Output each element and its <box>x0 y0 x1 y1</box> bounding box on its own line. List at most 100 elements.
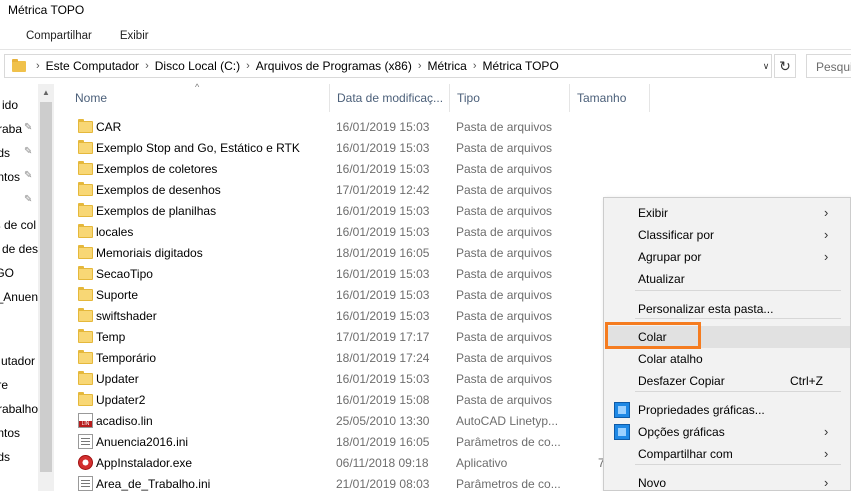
ribbon-tab-compartilhar[interactable]: Compartilhar <box>0 30 106 42</box>
sidebar-item[interactable]: s de col <box>0 214 38 236</box>
sidebar-item[interactable]: ido <box>0 94 38 116</box>
file-type: Aplicativo <box>456 456 508 470</box>
menu-item-label: Opções gráficas <box>638 425 725 439</box>
menu-item-novo[interactable]: Novo › <box>606 472 850 491</box>
sidebar-item[interactable]: ntos ✎ <box>0 166 38 188</box>
menu-item-classificar-por[interactable]: Classificar por › <box>606 224 850 246</box>
menu-item-label: Personalizar esta pasta... <box>638 302 774 316</box>
navigation-pane: ido Traba✎ ds✎ ntos✎ ✎ s de col s de des… <box>0 84 38 491</box>
menu-item-label: Novo <box>638 476 667 490</box>
file-type: Pasta de arquivos <box>456 162 553 176</box>
chevron-right-icon[interactable]: › <box>240 60 256 72</box>
file-date: 25/05/2010 13:30 <box>336 414 430 428</box>
breadcrumb-arquivos-de-programas[interactable]: Arquivos de Programas (x86) <box>256 59 412 73</box>
folder-icon <box>78 161 93 175</box>
chevron-right-icon[interactable]: › <box>467 60 483 72</box>
menu-item-label: Exibir <box>638 206 669 220</box>
ini-file-icon <box>78 476 93 491</box>
folder-icon <box>12 58 26 72</box>
menu-item-colar-atalho[interactable]: Colar atalho <box>606 348 850 370</box>
chevron-right-icon: › <box>824 475 829 490</box>
menu-item-opções-gráficas[interactable]: Opções gráficas › <box>606 421 850 443</box>
sidebar-item[interactable]: s de des <box>0 238 38 260</box>
breadcrumb-disco-local[interactable]: Disco Local (C:) <box>155 59 240 73</box>
folder-icon <box>78 371 93 385</box>
column-header-date[interactable]: Data de modificaç... <box>330 84 450 112</box>
sidebar-item[interactable]: re <box>0 374 38 396</box>
breadcrumb-este-computador[interactable]: Este Computador <box>46 59 139 73</box>
menu-item-label: Propriedades gráficas... <box>638 403 765 417</box>
column-header-type[interactable]: Tipo <box>450 84 570 112</box>
column-header-row: ^ Nome Data de modificaç... Tipo Tamanho <box>54 82 851 112</box>
menu-item-compartilhar-com[interactable]: Compartilhar com › <box>606 443 850 465</box>
refresh-button[interactable]: ↻ <box>774 54 796 78</box>
menu-item-exibir[interactable]: Exibir › <box>606 202 850 224</box>
menu-item-personalizar-esta-pasta[interactable]: Personalizar esta pasta... <box>606 298 850 320</box>
column-header-size[interactable]: Tamanho <box>570 84 650 112</box>
sidebar-item[interactable]: Traba✎ <box>0 118 38 140</box>
menu-item-desfazer-copiar[interactable]: Desfazer Copiar Ctrl+Z <box>606 370 850 392</box>
folder-icon <box>78 203 93 217</box>
file-name: Exemplo Stop and Go, Estático e RTK <box>96 141 300 155</box>
breadcrumb-metrica-topo[interactable]: Métrica TOPO <box>483 59 559 73</box>
folder-icon <box>78 119 93 133</box>
chevron-right-icon: › <box>824 227 829 242</box>
file-name: Exemplos de coletores <box>96 162 218 176</box>
file-name: Memoriais digitados <box>96 246 203 260</box>
file-type: Pasta de arquivos <box>456 330 553 344</box>
sidebar-scrollbar[interactable]: ▲ <box>38 84 54 491</box>
sidebar-item[interactable]: utador <box>0 350 38 372</box>
file-date: 16/01/2019 15:03 <box>336 225 430 239</box>
sidebar-item[interactable]: ds ✎ <box>0 142 38 164</box>
pin-icon: ✎ <box>24 122 33 133</box>
file-date: 16/01/2019 15:03 <box>336 288 430 302</box>
pin-icon: ✎ <box>24 146 33 157</box>
file-date: 18/01/2019 16:05 <box>336 435 430 449</box>
scrollbar-thumb[interactable] <box>40 102 52 472</box>
file-date: 18/01/2019 16:05 <box>336 246 430 260</box>
file-name: Anuencia2016.ini <box>96 435 189 449</box>
file-row[interactable]: CAR 16/01/2019 15:03 Pasta de arquivos <box>54 116 851 137</box>
sidebar-item[interactable]: Trabalho <box>0 398 38 420</box>
file-name: CAR <box>96 120 122 134</box>
menu-item-propriedades-gráficas[interactable]: Propriedades gráficas... <box>606 399 850 421</box>
menu-item-label: Colar atalho <box>638 352 703 366</box>
address-bar[interactable]: › Este Computador › Disco Local (C:) › A… <box>4 54 772 78</box>
sidebar-item[interactable]: _Anuen <box>0 286 38 308</box>
menu-item-atualizar[interactable]: Atualizar <box>606 268 850 290</box>
scroll-up-icon[interactable]: ▲ <box>38 84 54 100</box>
search-input[interactable]: Pesqui <box>806 54 851 78</box>
menu-item-label: Compartilhar com <box>638 447 733 461</box>
file-date: 18/01/2019 17:24 <box>336 351 430 365</box>
file-name: acadiso.lin <box>96 414 153 428</box>
file-row[interactable]: Exemplo Stop and Go, Estático e RTK 16/01… <box>54 137 851 158</box>
file-type: Parâmetros de co... <box>456 435 561 449</box>
breadcrumb-metrica[interactable]: Métrica <box>428 59 467 73</box>
column-header-name[interactable]: Nome <box>68 84 330 112</box>
file-date: 16/01/2019 15:03 <box>336 204 430 218</box>
chevron-right-icon[interactable]: › <box>412 60 428 72</box>
folder-icon <box>78 392 93 406</box>
ribbon-tab-exibir[interactable]: Exibir <box>106 30 163 42</box>
sidebar-item[interactable]: ds <box>0 446 38 468</box>
file-type: Pasta de arquivos <box>456 351 553 365</box>
sidebar-item[interactable]: ✎ <box>0 190 38 212</box>
sidebar-item[interactable]: ntos <box>0 422 38 444</box>
file-date: 16/01/2019 15:03 <box>336 162 430 176</box>
file-row[interactable]: Exemplos de coletores 16/01/2019 15:03 Pas… <box>54 158 851 179</box>
menu-item-label: Desfazer Copiar <box>638 374 725 388</box>
folder-icon <box>78 266 93 280</box>
file-date: 16/01/2019 15:03 <box>336 141 430 155</box>
file-type: Pasta de arquivos <box>456 393 553 407</box>
file-type: Pasta de arquivos <box>456 225 553 239</box>
menu-item-agrupar-por[interactable]: Agrupar por › <box>606 246 850 268</box>
chevron-right-icon[interactable]: › <box>30 60 46 72</box>
file-date: 16/01/2019 15:03 <box>336 120 430 134</box>
sidebar-item[interactable]: GO <box>0 262 38 284</box>
file-name: Exemplos de planilhas <box>96 204 217 218</box>
lin-file-icon <box>78 413 93 428</box>
window-title: Métrica TOPO <box>8 3 85 17</box>
folder-icon <box>78 245 93 259</box>
chevron-down-icon[interactable]: ∨ <box>757 57 775 75</box>
chevron-right-icon[interactable]: › <box>139 60 155 72</box>
